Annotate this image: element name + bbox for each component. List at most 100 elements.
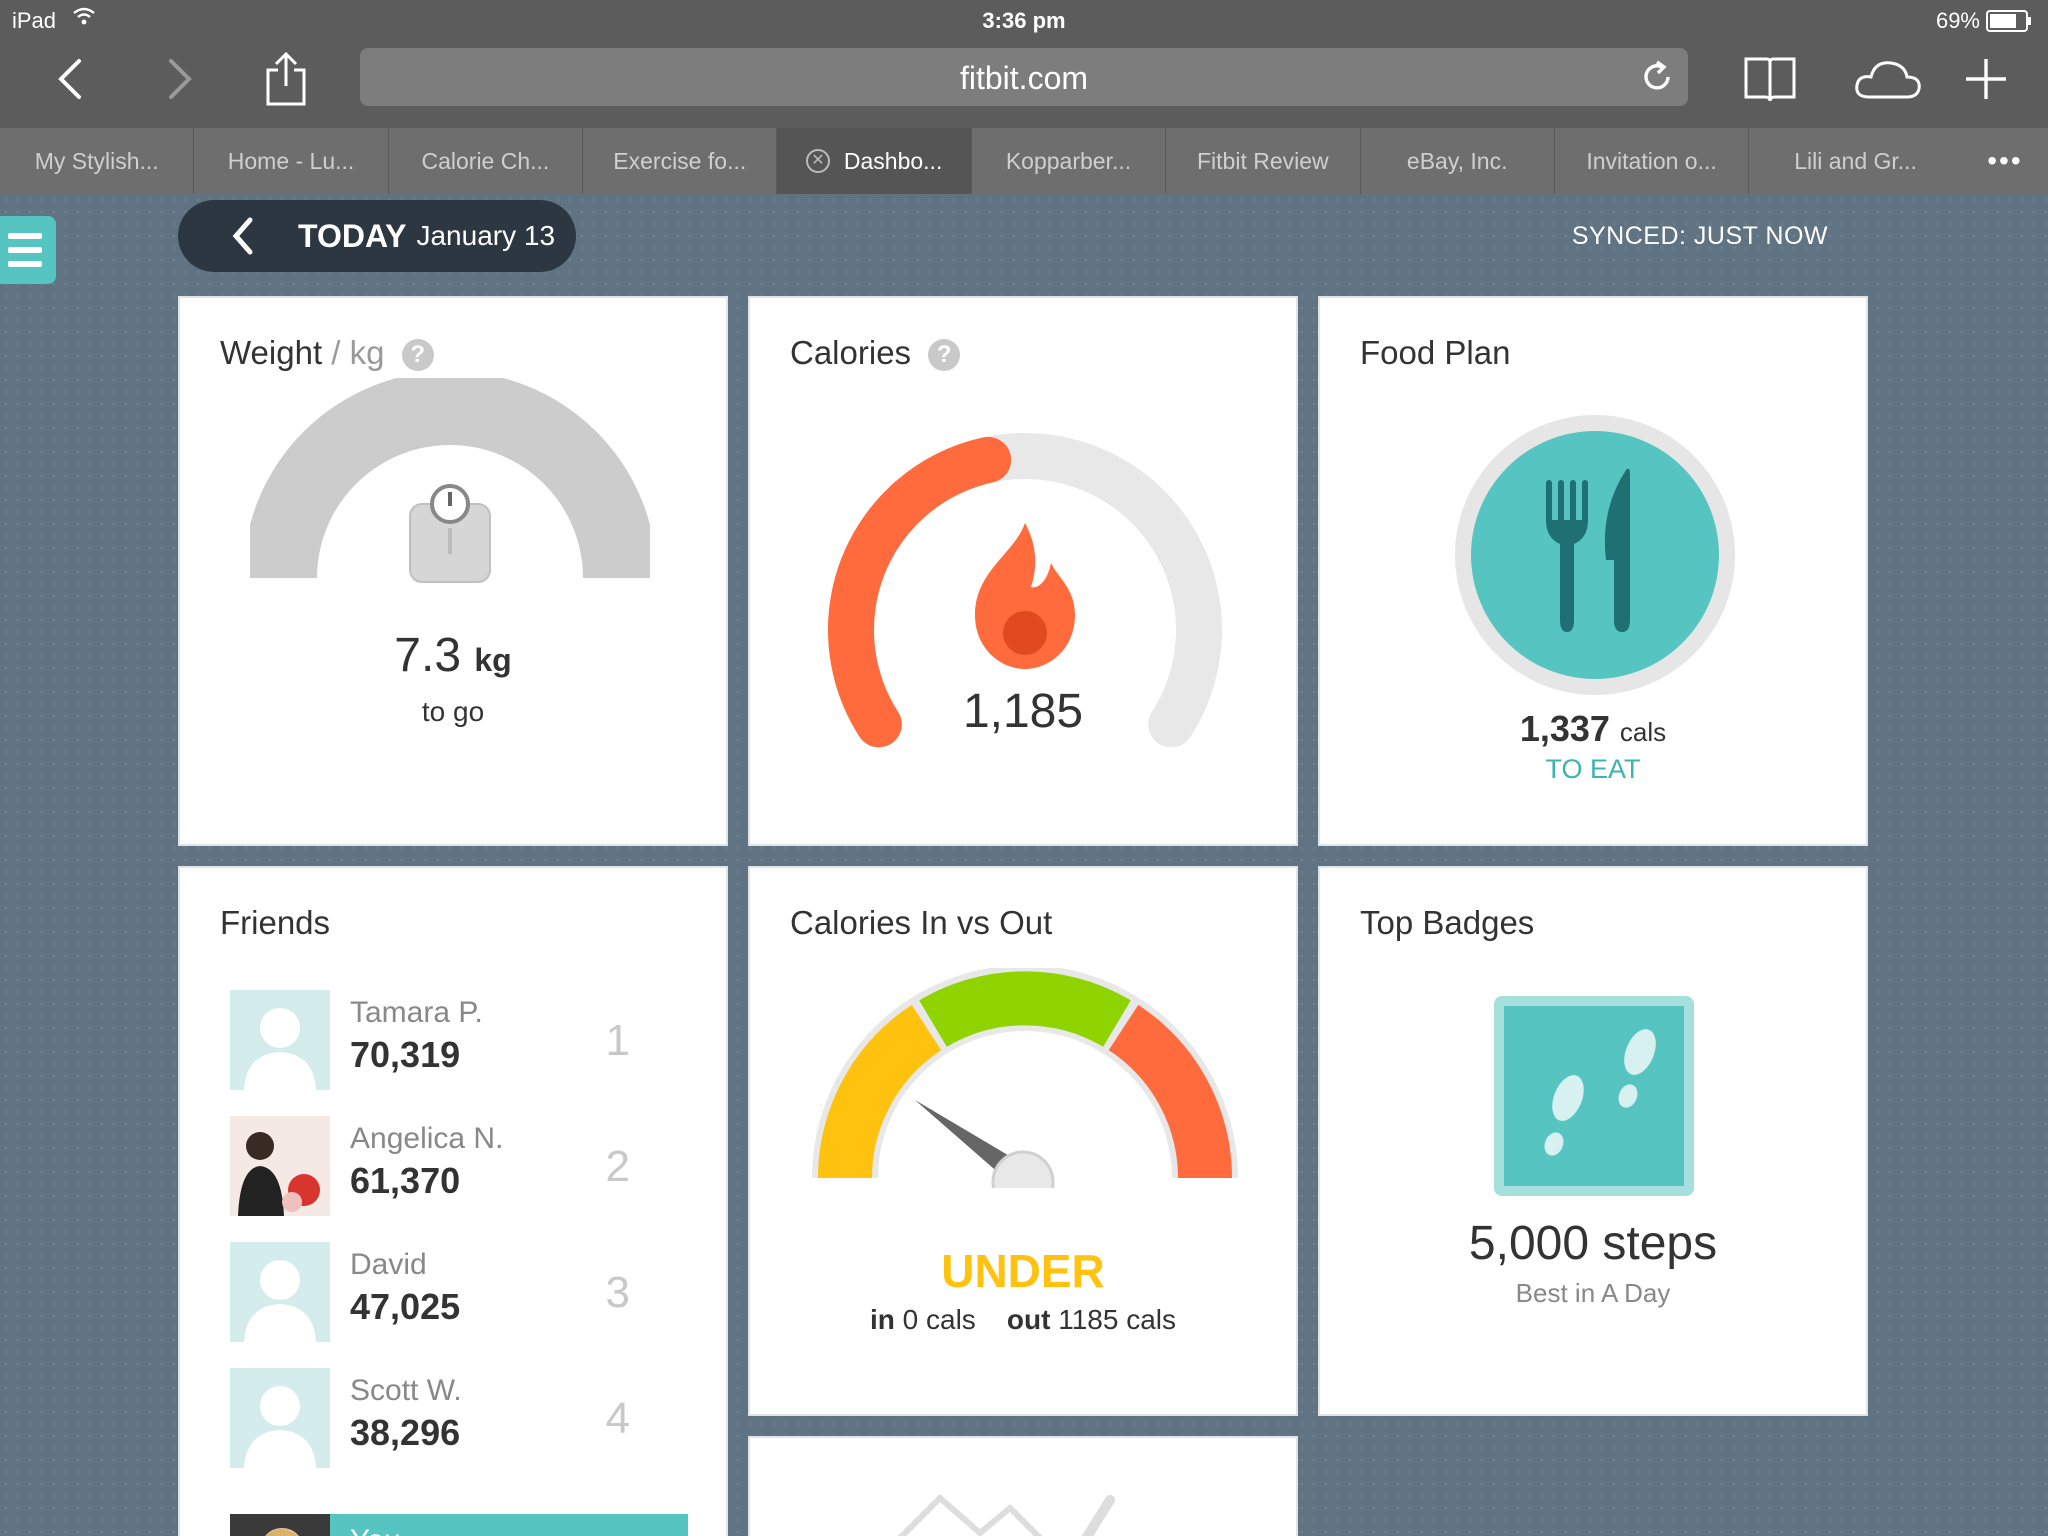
weight-value: 7.3 bbox=[394, 629, 462, 682]
badge-value: 5,000 steps bbox=[1468, 1217, 1718, 1270]
friend-steps: 38,296 bbox=[350, 1412, 461, 1453]
calories-in-out-card[interactable]: Calories In vs Out UNDER in 0 cals out 1… bbox=[748, 866, 1298, 1416]
weight-unit: / kg bbox=[331, 334, 385, 371]
forward-icon[interactable] bbox=[148, 48, 212, 110]
mountain-icon bbox=[897, 1493, 1115, 1536]
status-bar: iPad 3:36 pm 69% bbox=[0, 0, 2048, 40]
friend-steps: 61,370 bbox=[350, 1160, 461, 1201]
tab-item[interactable]: Fitbit Review bbox=[1166, 128, 1361, 194]
battery-icon bbox=[1986, 10, 2032, 38]
avatar bbox=[230, 1368, 330, 1468]
card-title: Weight / kg ? bbox=[220, 334, 434, 372]
calories-out-label: out bbox=[1006, 1304, 1051, 1335]
tab-label: Kopparber... bbox=[1005, 147, 1132, 174]
badge-caption: Best in A Day bbox=[1515, 1278, 1671, 1308]
back-icon[interactable] bbox=[38, 48, 102, 110]
tab-item[interactable]: Home - Lu... bbox=[194, 128, 389, 194]
date-label: January 13 bbox=[416, 220, 556, 251]
tab-item[interactable]: Invitation o... bbox=[1555, 128, 1750, 194]
url-text: fitbit.com bbox=[959, 60, 1089, 96]
avatar bbox=[230, 1514, 330, 1536]
friend-row[interactable]: Angelica N. 61,370 2 bbox=[230, 1116, 650, 1216]
avatar bbox=[230, 990, 330, 1090]
food-plan-value: 1,337 bbox=[1519, 708, 1610, 749]
tab-label: Calorie Ch... bbox=[421, 147, 550, 174]
partial-card[interactable] bbox=[748, 1436, 1298, 1536]
avatar bbox=[230, 1242, 330, 1342]
new-tab-icon[interactable] bbox=[1954, 48, 2018, 110]
friend-row[interactable]: Tamara P. 70,319 1 bbox=[230, 990, 650, 1090]
calories-in-label: in bbox=[869, 1304, 895, 1335]
friend-rank: 3 bbox=[605, 1268, 630, 1317]
tab-item[interactable]: Kopparber... bbox=[972, 128, 1167, 194]
status-time: 3:36 pm bbox=[982, 8, 1066, 33]
weight-value-unit: kg bbox=[474, 642, 512, 678]
help-icon[interactable]: ? bbox=[401, 339, 434, 372]
tab-item[interactable]: Calorie Ch... bbox=[389, 128, 584, 194]
friend-row[interactable]: David 47,025 3 bbox=[230, 1242, 650, 1342]
calories-title: Calories bbox=[790, 334, 912, 371]
friend-name: Tamara P. bbox=[350, 996, 483, 1029]
friends-card[interactable]: Friends Tamara P. 70,319 1 Angelica N. 6… bbox=[178, 866, 728, 1536]
tab-label: Invitation o... bbox=[1586, 147, 1717, 174]
card-title: Calories ? bbox=[790, 334, 961, 372]
you-label: You bbox=[350, 1524, 401, 1536]
friend-name: David bbox=[350, 1248, 427, 1281]
friend-name: Scott W. bbox=[350, 1374, 462, 1407]
cloud-tabs-icon[interactable] bbox=[1848, 48, 1928, 110]
friends-title: Friends bbox=[220, 904, 331, 941]
scale-icon bbox=[409, 484, 491, 583]
date-selector[interactable]: TODAY January 13 bbox=[178, 200, 576, 272]
friend-rank: 2 bbox=[605, 1142, 630, 1191]
tab-item[interactable]: eBay, Inc. bbox=[1361, 128, 1555, 194]
calories-card[interactable]: Calories ? 1,185 bbox=[748, 296, 1298, 846]
calories-in-out-title: Calories In vs Out bbox=[790, 904, 1053, 941]
steps-badge bbox=[1494, 996, 1694, 1196]
share-icon[interactable] bbox=[254, 48, 318, 110]
calories-in-out-detail: in 0 cals out 1185 cals bbox=[750, 1304, 1296, 1336]
tab-item[interactable]: Exercise fo... bbox=[583, 128, 778, 194]
calories-value: 1,185 bbox=[962, 685, 1084, 738]
food-plan-dial bbox=[1455, 415, 1735, 695]
top-badges-card[interactable]: Top Badges 5,000 steps Best in A Day bbox=[1318, 866, 1868, 1416]
food-plan-card[interactable]: Food Plan 1,337 cals TO EAT bbox=[1318, 296, 1868, 846]
friend-steps: 47,025 bbox=[350, 1286, 461, 1327]
bookmarks-icon[interactable] bbox=[1738, 48, 1802, 110]
friend-row[interactable]: Scott W. 38,296 4 bbox=[230, 1368, 650, 1468]
close-tab-icon[interactable]: ✕ bbox=[805, 149, 830, 173]
battery-percent: 69% bbox=[1935, 8, 1980, 33]
food-plan-caption: TO EAT bbox=[1545, 754, 1641, 784]
avatar bbox=[230, 1116, 330, 1216]
tab-item[interactable]: Lili and Gr... bbox=[1749, 128, 1962, 194]
weight-card[interactable]: Weight / kg ? 7.3 kg to go bbox=[178, 296, 728, 846]
food-plan-title: Food Plan bbox=[1360, 334, 1511, 371]
help-icon[interactable]: ? bbox=[928, 339, 961, 372]
weight-value-line: 7.3 kg bbox=[180, 628, 726, 683]
tab-label: eBay, Inc. bbox=[1406, 147, 1508, 174]
today-label: TODAY bbox=[298, 217, 407, 254]
tab-item[interactable]: My Stylish... bbox=[0, 128, 195, 194]
tab-label: Lili and Gr... bbox=[1794, 147, 1917, 174]
previous-day-icon[interactable] bbox=[208, 216, 278, 256]
you-row[interactable]: You bbox=[230, 1514, 688, 1536]
sync-status: SYNCED: JUST NOW bbox=[1571, 222, 1828, 250]
food-plan-value-line: 1,337 cals bbox=[1320, 708, 1866, 750]
calories-balance-gauge bbox=[812, 968, 1238, 1188]
tab-label: Dashbo... bbox=[843, 147, 943, 174]
calories-in-value: 0 cals bbox=[902, 1304, 976, 1335]
tab-item-active[interactable]: ✕ Dashbo... bbox=[777, 128, 972, 194]
flame-icon bbox=[975, 523, 1075, 669]
tab-label: Fitbit Review bbox=[1197, 147, 1329, 174]
reload-icon[interactable] bbox=[1640, 60, 1674, 99]
tab-label: My Stylish... bbox=[34, 147, 159, 174]
food-plan-value-unit: cals bbox=[1619, 717, 1667, 747]
friend-steps: 70,319 bbox=[350, 1034, 461, 1075]
more-tabs-button[interactable]: ••• bbox=[1962, 128, 2048, 194]
friend-rank: 4 bbox=[605, 1394, 630, 1443]
menu-icon[interactable] bbox=[0, 216, 56, 284]
weight-title: Weight bbox=[220, 334, 323, 371]
tab-label: Exercise fo... bbox=[613, 147, 747, 174]
tab-strip: My Stylish... Home - Lu... Calorie Ch...… bbox=[0, 128, 2048, 194]
top-badges-title: Top Badges bbox=[1360, 904, 1535, 941]
address-bar[interactable]: fitbit.com bbox=[360, 48, 1688, 106]
